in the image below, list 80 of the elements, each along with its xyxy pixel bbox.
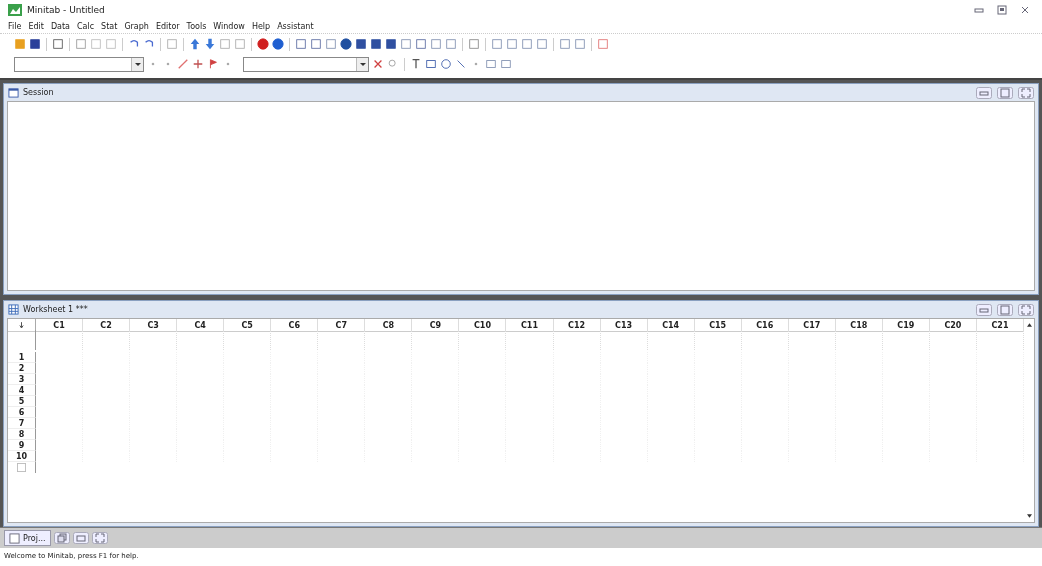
column-header[interactable]: C11 bbox=[506, 319, 554, 332]
app-logo-icon bbox=[8, 4, 22, 16]
column-header[interactable]: C12 bbox=[553, 319, 601, 332]
menu-item[interactable]: Data bbox=[50, 22, 70, 31]
menu-item[interactable]: Assistant bbox=[277, 22, 314, 31]
column-header[interactable]: C20 bbox=[929, 319, 977, 332]
column-header[interactable]: C3 bbox=[130, 319, 178, 332]
down-icon[interactable] bbox=[204, 38, 216, 50]
row-number[interactable]: 2 bbox=[8, 363, 36, 374]
column-header[interactable]: C8 bbox=[365, 319, 413, 332]
row-number[interactable]: 3 bbox=[8, 374, 36, 385]
scroll-box-icon bbox=[17, 463, 26, 472]
menu-item[interactable]: Edit bbox=[28, 22, 44, 31]
menu-item[interactable]: Tools bbox=[186, 22, 207, 31]
column-header[interactable]: C6 bbox=[271, 319, 319, 332]
column-header[interactable]: C5 bbox=[224, 319, 272, 332]
column-header[interactable]: C7 bbox=[318, 319, 366, 332]
menu-item[interactable]: Editor bbox=[155, 22, 180, 31]
up-icon[interactable] bbox=[189, 38, 201, 50]
maximize-button[interactable] bbox=[91, 532, 108, 544]
row-number[interactable]: 5 bbox=[8, 396, 36, 407]
circle-icon[interactable] bbox=[440, 58, 452, 70]
column-header[interactable]: C2 bbox=[83, 319, 131, 332]
session-title: Session bbox=[23, 88, 54, 97]
row-number[interactable]: 9 bbox=[8, 440, 36, 451]
column-header[interactable]: C16 bbox=[741, 319, 789, 332]
window-title: Minitab - Untitled bbox=[27, 5, 105, 15]
maximize-button[interactable] bbox=[1018, 86, 1034, 99]
line-icon[interactable] bbox=[455, 58, 467, 70]
column-header[interactable]: C17 bbox=[788, 319, 836, 332]
column-header[interactable]: C14 bbox=[647, 319, 695, 332]
column-header[interactable]: C4 bbox=[177, 319, 225, 332]
project-tab[interactable]: Proj... bbox=[4, 530, 51, 546]
rect-icon[interactable] bbox=[425, 58, 437, 70]
column-header[interactable]: C1 bbox=[36, 319, 84, 332]
combo-box[interactable] bbox=[243, 56, 369, 72]
menu-item[interactable]: Graph bbox=[124, 22, 149, 31]
restore-button[interactable] bbox=[997, 303, 1013, 316]
restore-button[interactable] bbox=[53, 532, 70, 544]
column-header[interactable]: C21 bbox=[976, 319, 1024, 332]
maximize-button[interactable] bbox=[1018, 303, 1034, 316]
row-number[interactable]: 4 bbox=[8, 385, 36, 396]
row-number[interactable]: 10 bbox=[8, 451, 36, 462]
project-icon bbox=[9, 532, 20, 544]
restore-icon[interactable] bbox=[997, 5, 1007, 15]
combo-box[interactable] bbox=[14, 56, 144, 72]
column-header[interactable]: C9 bbox=[412, 319, 460, 332]
minimize-button[interactable] bbox=[976, 86, 992, 99]
menu-item[interactable]: Help bbox=[251, 22, 271, 31]
data-direction-icon[interactable] bbox=[19, 321, 24, 329]
scroll-up-icon[interactable] bbox=[1026, 323, 1032, 327]
redo-icon[interactable] bbox=[143, 38, 155, 50]
row-number[interactable]: 1 bbox=[8, 352, 36, 363]
worksheet-icon bbox=[8, 304, 19, 315]
row-number[interactable]: 8 bbox=[8, 429, 36, 440]
plus-icon[interactable] bbox=[192, 58, 204, 70]
column-header[interactable]: C18 bbox=[835, 319, 883, 332]
minimize-button[interactable] bbox=[976, 303, 992, 316]
column-header[interactable]: C10 bbox=[459, 319, 507, 332]
column-header[interactable]: C19 bbox=[882, 319, 930, 332]
menu-item[interactable]: Stat bbox=[101, 22, 118, 31]
undo-icon[interactable] bbox=[128, 38, 140, 50]
menu-item[interactable]: Window bbox=[213, 22, 245, 31]
restore-button[interactable] bbox=[997, 86, 1013, 99]
window-icon bbox=[8, 87, 19, 98]
row-number[interactable]: 6 bbox=[8, 407, 36, 418]
flag-icon[interactable] bbox=[207, 58, 219, 70]
row-number[interactable]: 7 bbox=[8, 418, 36, 429]
project-tab-label: Proj... bbox=[23, 533, 46, 543]
column-header[interactable]: C15 bbox=[694, 319, 742, 332]
close-icon[interactable] bbox=[1020, 5, 1030, 15]
minimize-icon[interactable] bbox=[974, 5, 984, 15]
worksheet-title: Worksheet 1 *** bbox=[23, 305, 88, 314]
column-header[interactable]: C13 bbox=[600, 319, 648, 332]
x-icon[interactable] bbox=[372, 58, 384, 70]
scroll-down-icon[interactable] bbox=[1026, 514, 1032, 518]
menu-item[interactable]: Calc bbox=[77, 22, 95, 31]
minimize-button[interactable] bbox=[72, 532, 89, 544]
menu-item[interactable]: File bbox=[8, 22, 22, 31]
text-icon[interactable] bbox=[410, 58, 422, 70]
